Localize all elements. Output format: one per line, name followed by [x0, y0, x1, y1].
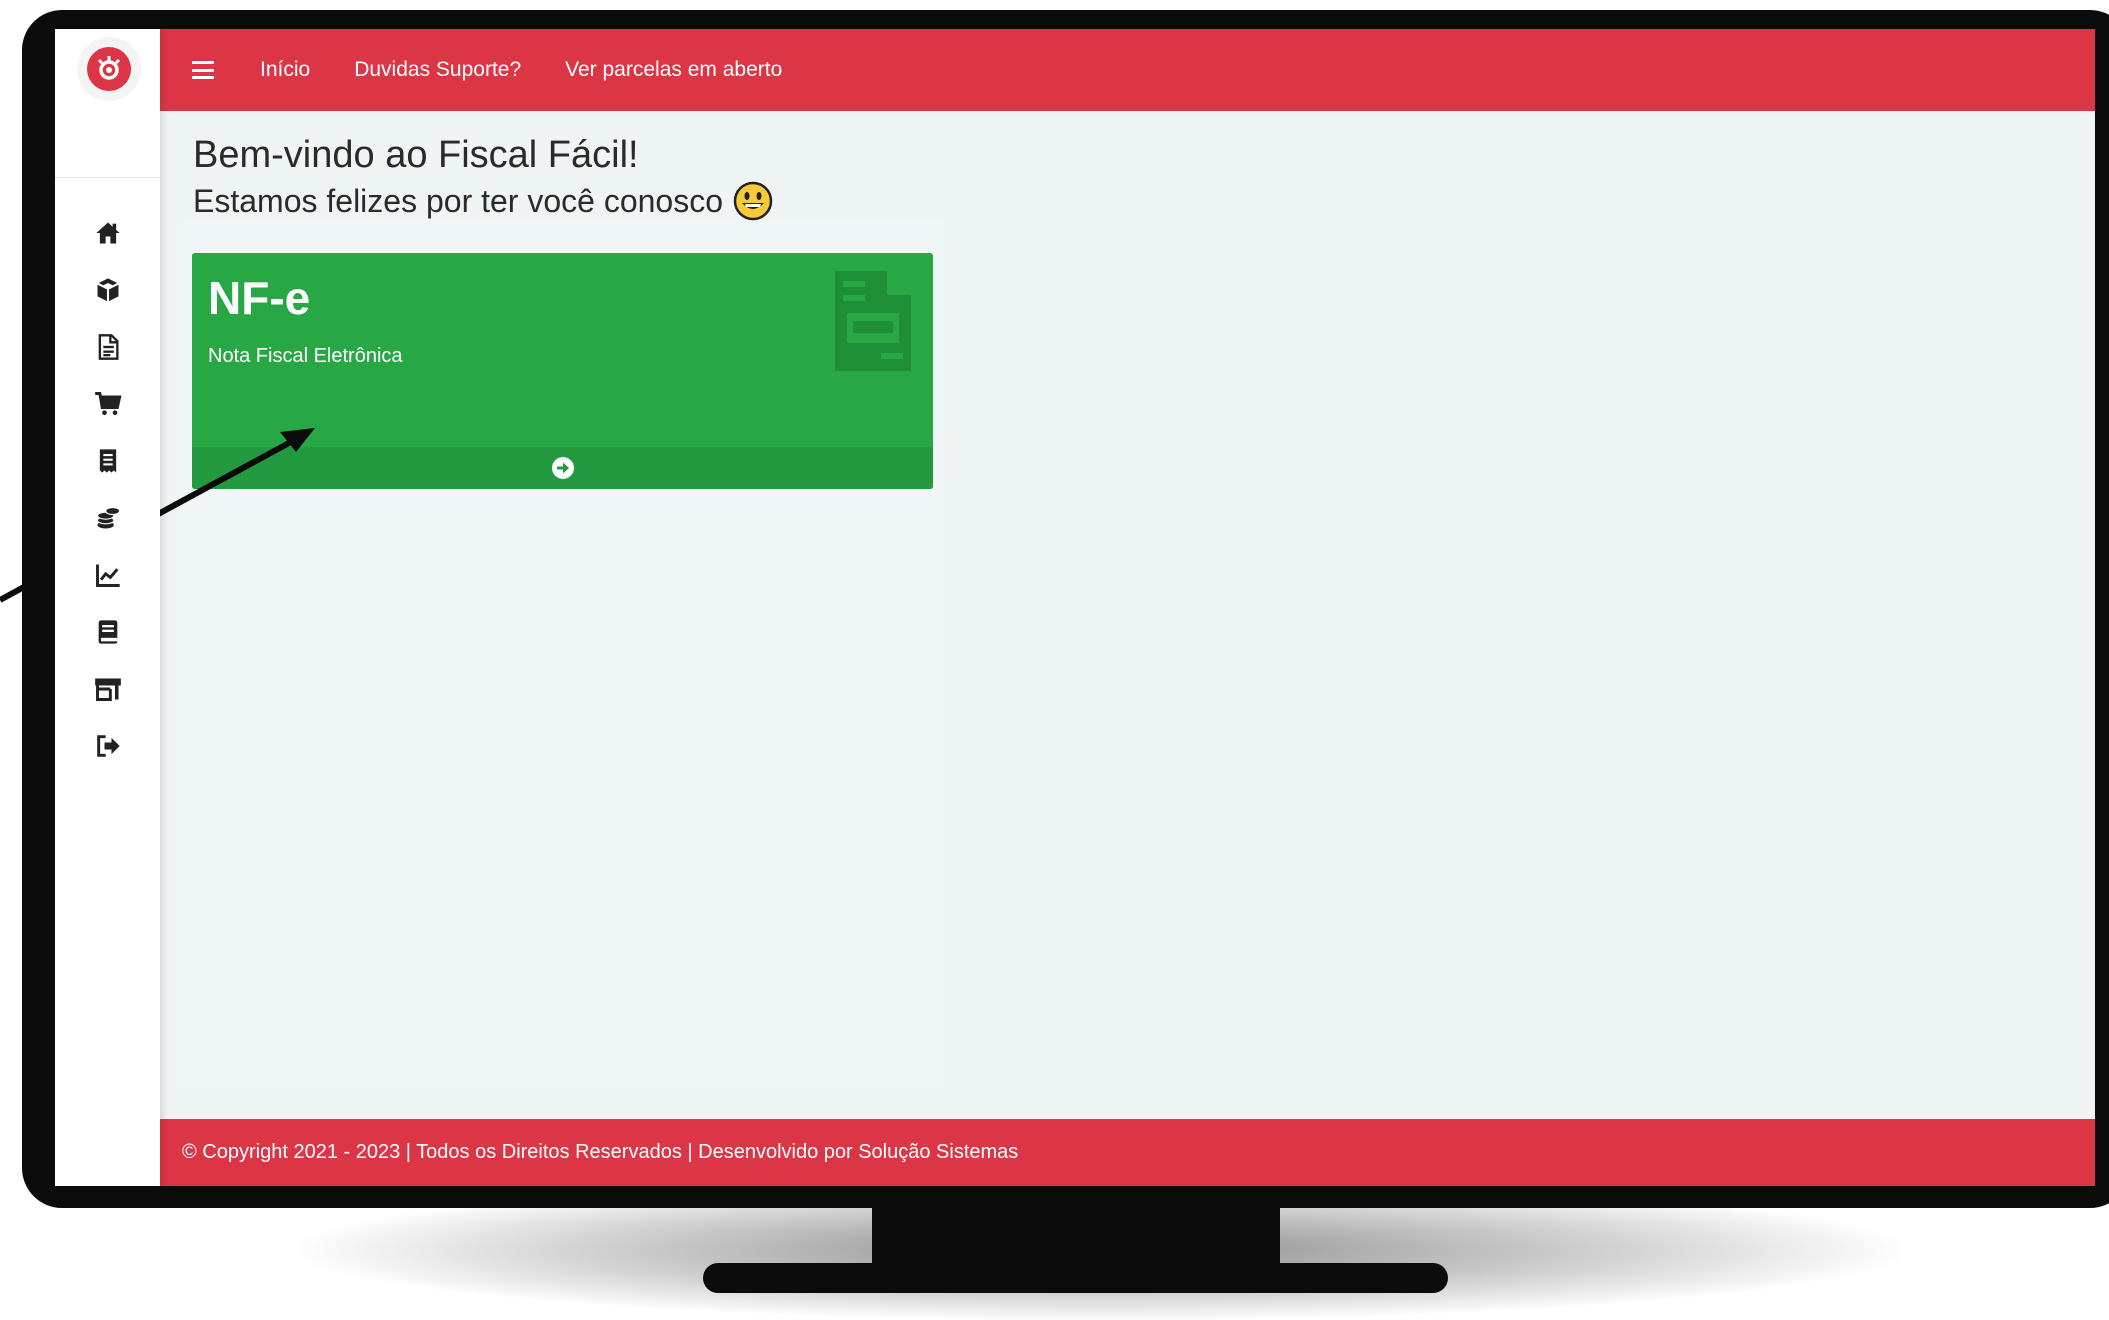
- footer: © Copyright 2021 - 2023 | Todos os Direi…: [160, 1119, 2095, 1186]
- smiley-emoji-icon: [733, 181, 773, 221]
- box-icon: [96, 277, 119, 302]
- page-subtitle: Estamos felizes por ter você conosco: [193, 181, 773, 221]
- sidebar-brand: [55, 29, 160, 178]
- coins-icon: [96, 506, 120, 528]
- sidebar: [55, 29, 160, 1186]
- app-screen: Início Duvidas Suporte? Ver parcelas em …: [55, 29, 2095, 1186]
- nav-link-duvidas-suporte[interactable]: Duvidas Suporte?: [354, 58, 521, 82]
- sidebar-item-home[interactable]: [55, 204, 160, 261]
- store-icon: [94, 678, 121, 701]
- logo-symbol-icon: [97, 56, 121, 80]
- monitor-stand-neck: [872, 1195, 1280, 1270]
- footer-copyright: © Copyright 2021 - 2023 | Todos os Direi…: [182, 1141, 1019, 1163]
- sidebar-item-store[interactable]: [55, 660, 160, 717]
- page-subtitle-text: Estamos felizes por ter você conosco: [193, 182, 724, 219]
- sidebar-item-books[interactable]: [55, 603, 160, 660]
- sidebar-item-cart[interactable]: [55, 375, 160, 432]
- sidebar-item-finance[interactable]: [55, 489, 160, 546]
- sidebar-item-logout[interactable]: [55, 717, 160, 774]
- card-footer-link[interactable]: [192, 447, 933, 489]
- book-icon: [98, 619, 117, 644]
- nav-link-ver-parcelas[interactable]: Ver parcelas em aberto: [565, 58, 782, 82]
- home-icon: [95, 222, 120, 243]
- card-subtitle: Nota Fiscal Eletrônica: [208, 345, 403, 367]
- sidebar-item-receipts[interactable]: [55, 432, 160, 489]
- sidebar-item-documents[interactable]: [55, 318, 160, 375]
- monitor-stand-base: [703, 1263, 1448, 1293]
- sidebar-nav: [55, 204, 160, 774]
- sign-out-icon: [96, 734, 120, 757]
- logo-mark: [87, 47, 131, 91]
- chart-line-icon: [95, 564, 120, 587]
- hamburger-icon[interactable]: [192, 61, 214, 79]
- brand-logo[interactable]: [77, 37, 141, 101]
- file-invoice-icon: [835, 271, 911, 371]
- sidebar-item-reports[interactable]: [55, 546, 160, 603]
- sidebar-item-products[interactable]: [55, 261, 160, 318]
- card-title: NF-e: [208, 272, 311, 324]
- nfe-card[interactable]: NF-e Nota Fiscal Eletrônica: [192, 253, 933, 489]
- cart-icon: [94, 391, 121, 415]
- receipt-icon: [99, 448, 116, 473]
- nav-link-inicio[interactable]: Início: [260, 58, 310, 82]
- document-icon: [98, 333, 118, 360]
- topbar: Início Duvidas Suporte? Ver parcelas em …: [160, 29, 2095, 111]
- arrow-circle-right-icon: [551, 457, 574, 479]
- page-title: Bem-vindo ao Fiscal Fácil!: [193, 134, 639, 176]
